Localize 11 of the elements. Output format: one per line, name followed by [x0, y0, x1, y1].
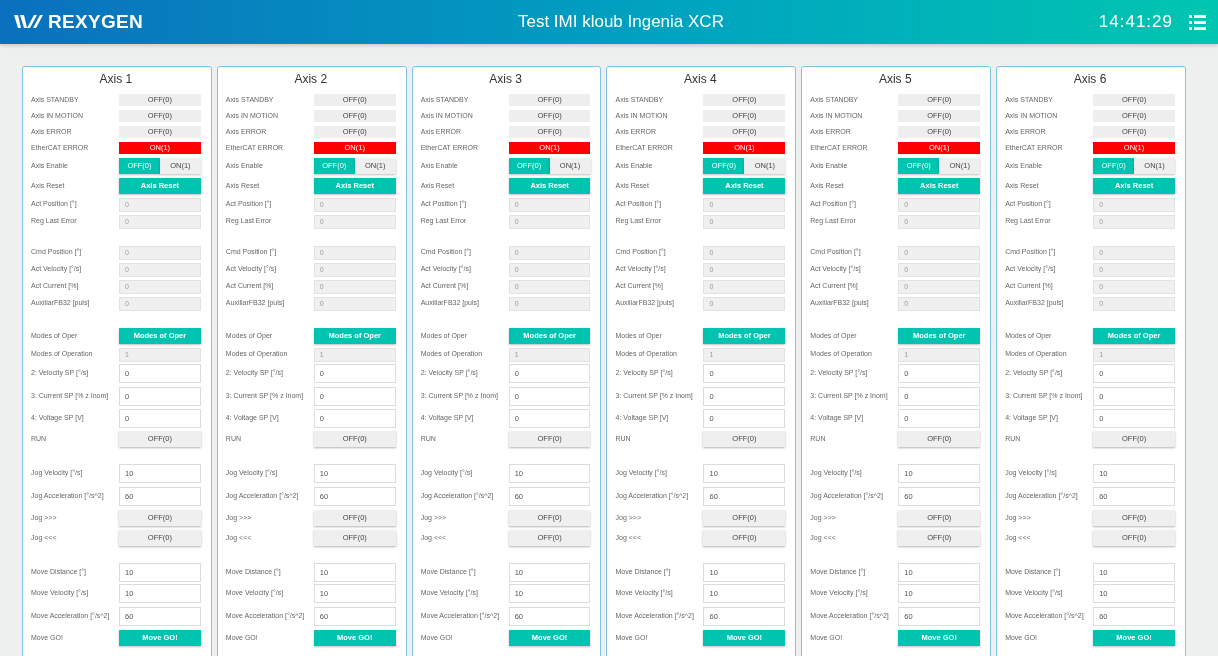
panel-title: Axis 2: [293, 71, 329, 88]
panel-title: Axis 3: [488, 71, 523, 88]
logo-text: REXYGEN: [48, 9, 143, 34]
logo-icon: [14, 14, 44, 30]
page-title: Test IMI kloub Ingenia XCR: [517, 11, 724, 34]
panel-title: Axis 5: [877, 71, 913, 88]
clock: 14:41:29: [1098, 11, 1173, 34]
panel-title: Axis 1: [98, 71, 134, 88]
menu-icon[interactable]: [1189, 14, 1206, 30]
panel-title: Axis 6: [1072, 71, 1108, 88]
panel-title: Axis 4: [683, 71, 718, 88]
